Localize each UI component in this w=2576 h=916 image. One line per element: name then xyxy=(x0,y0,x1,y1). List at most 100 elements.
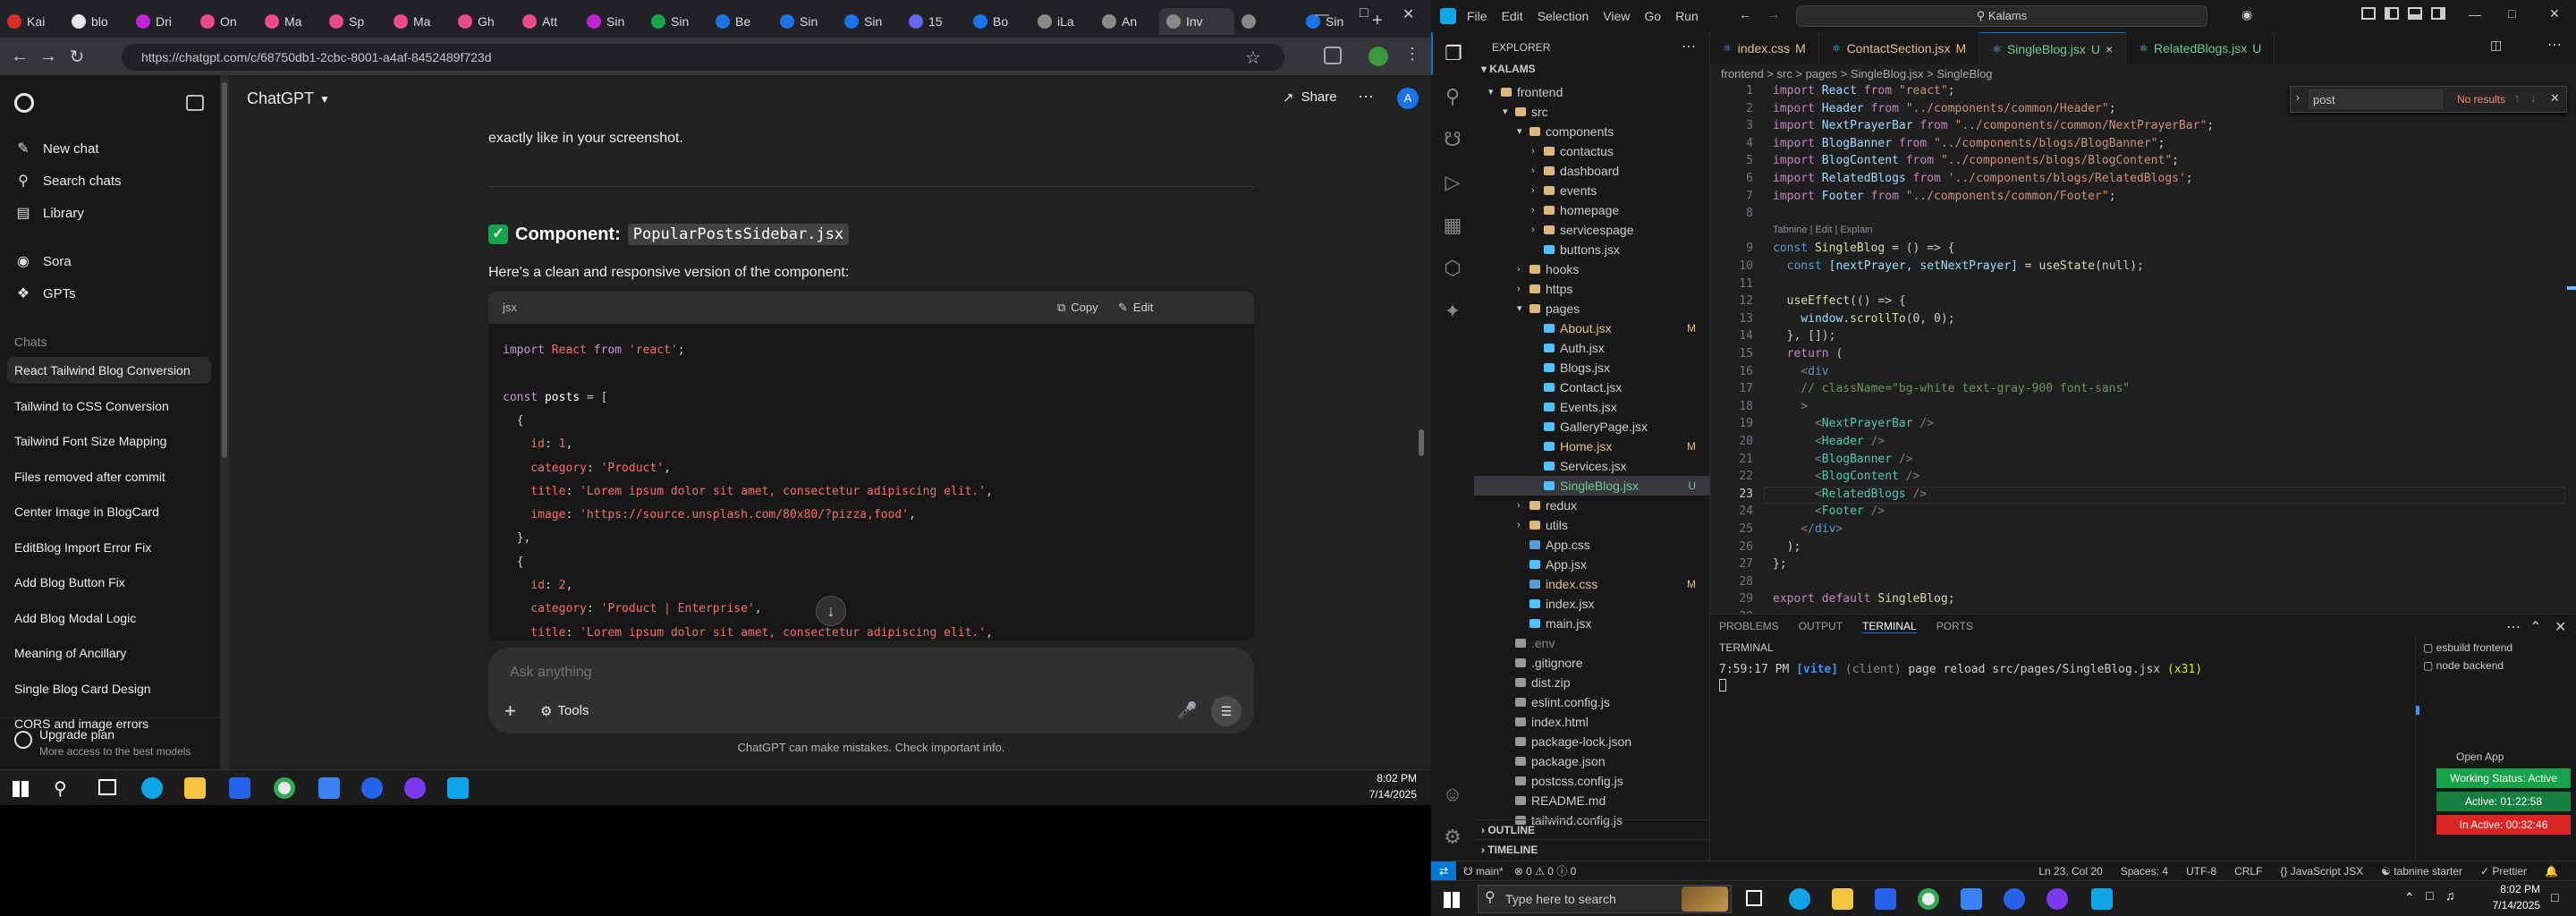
close-icon[interactable]: ✕ xyxy=(2549,6,2560,21)
vscode-icon[interactable] xyxy=(447,777,469,799)
line-ending[interactable]: CRLF xyxy=(2234,865,2262,878)
model-selector[interactable]: ChatGPT ▼ xyxy=(247,89,330,109)
problems-indicator[interactable]: ⊗ 0 ⚠ 0 ⓘ 0 xyxy=(1514,863,1577,878)
window-maximize-icon[interactable]: □ xyxy=(1360,5,1368,21)
secondary-sidebar-icon[interactable] xyxy=(2431,7,2445,20)
voice-mode-button[interactable]: ☰ xyxy=(1211,696,1241,726)
minimize-icon[interactable]: — xyxy=(2469,7,2481,21)
windows-start-icon[interactable] xyxy=(13,781,29,797)
window-close-icon[interactable]: ✕ xyxy=(1402,5,1414,23)
taskbar-search-icon[interactable]: ⚲ xyxy=(54,777,67,800)
search-icon[interactable]: ⚲ xyxy=(1431,75,1474,118)
terminal-item[interactable]: ▢ node backend xyxy=(2423,659,2504,672)
vscode-alt-icon[interactable] xyxy=(318,777,340,799)
browser-tab[interactable]: Sin xyxy=(1299,8,1363,35)
edge-icon[interactable] xyxy=(1789,888,1810,910)
store-icon[interactable] xyxy=(229,777,250,799)
tree-item[interactable]: eslint.config.js xyxy=(1474,692,1710,712)
prettier-status[interactable]: ✓ Prettier xyxy=(2480,865,2527,878)
menu-item[interactable]: Selection xyxy=(1538,9,1589,23)
notifications-icon[interactable]: 🔔 xyxy=(2545,865,2558,878)
tree-item[interactable]: ▾ pages xyxy=(1474,299,1710,318)
copilot-icon[interactable]: ◉ xyxy=(2241,7,2252,22)
main-scrollbar-thumb[interactable] xyxy=(1419,429,1424,456)
tree-item[interactable]: › homepage xyxy=(1474,200,1710,220)
zoom-icon[interactable] xyxy=(2004,888,2025,910)
composer-input[interactable] xyxy=(510,660,1190,685)
browser-tab[interactable]: iLa xyxy=(1030,8,1095,35)
copy-button[interactable]: ⧉ Copy xyxy=(1057,301,1098,315)
terminal-item[interactable]: ▢ esbuild frontend xyxy=(2423,641,2512,654)
tree-item[interactable]: ▾ components xyxy=(1474,122,1710,141)
extensions-icon[interactable] xyxy=(1324,47,1342,64)
terminal-output[interactable]: 7:59:17 PM [vite] (client) page reload s… xyxy=(1719,663,2202,676)
editor-tab[interactable]: ⚛ RelatedBlogs.jsx U xyxy=(2126,32,2275,64)
vscode-icon[interactable] xyxy=(2091,888,2113,910)
tree-item[interactable]: › utils xyxy=(1474,515,1710,535)
chat-list-item[interactable]: Add Blog Button Fix xyxy=(14,575,211,589)
share-button[interactable]: ↗ Share xyxy=(1283,89,1337,106)
window-minimize-icon[interactable]: — xyxy=(1315,7,1329,23)
browser-tab[interactable]: Sin xyxy=(773,8,837,35)
tree-item[interactable]: GalleryPage.jsx xyxy=(1474,417,1710,437)
panel-tab[interactable]: TERMINAL xyxy=(1862,620,1917,633)
tree-item[interactable]: .gitignore xyxy=(1474,653,1710,673)
sidebar-scrollbar-thumb[interactable] xyxy=(222,82,227,458)
zoom-icon[interactable] xyxy=(361,777,383,799)
browser-tab[interactable]: blo xyxy=(64,8,129,35)
forward-icon[interactable]: → xyxy=(34,42,63,71)
tree-item[interactable]: index.jsx xyxy=(1474,594,1710,614)
notification-center-icon[interactable]: □ xyxy=(2551,890,2558,904)
encoding[interactable]: UTF-8 xyxy=(2186,865,2216,878)
new-tab-icon[interactable]: + xyxy=(1372,11,1383,31)
tray-chevron-icon[interactable]: ⌃ xyxy=(2404,890,2415,905)
browser-tab[interactable]: Sin xyxy=(644,8,708,35)
editor-more-icon[interactable]: ⋯ xyxy=(2547,36,2562,54)
remote-indicator[interactable]: ⇄ xyxy=(1431,861,1456,880)
close-panel-icon[interactable]: ✕ xyxy=(2555,618,2566,636)
browser-tab[interactable]: On xyxy=(193,8,258,35)
close-tab-icon[interactable]: × xyxy=(2106,42,2113,56)
gpts-button[interactable]: ❖ GPTs xyxy=(14,284,76,302)
browser-tab[interactable]: Att xyxy=(515,8,580,35)
run-debug-icon[interactable]: ▷ xyxy=(1431,161,1474,204)
nav-forward-icon[interactable]: → xyxy=(1767,7,1780,21)
store-icon[interactable] xyxy=(1875,888,1896,910)
toggle-replace-icon[interactable]: › xyxy=(2296,91,2300,104)
command-center-search[interactable]: ⚲ Kalams xyxy=(1796,5,2207,27)
url-input[interactable]: https://chatgpt.com/c/68750db1-2cbc-8001… xyxy=(122,44,1284,71)
sidebar-toggle-icon[interactable] xyxy=(186,95,204,111)
chat-list-item[interactable]: Tailwind to CSS Conversion xyxy=(14,399,211,413)
breadcrumb[interactable]: frontend > src > pages > SingleBlog.jsx … xyxy=(1710,64,2576,84)
find-input[interactable] xyxy=(2309,89,2443,109)
file-explorer-icon[interactable] xyxy=(1832,888,1853,910)
sidebar-scrollbar[interactable] xyxy=(220,75,229,769)
browser-tab[interactable]: An xyxy=(1095,8,1159,35)
tree-item[interactable]: › redux xyxy=(1474,496,1710,515)
menu-item[interactable]: Go xyxy=(1644,9,1661,23)
open-app-button[interactable]: Open App xyxy=(2456,751,2504,763)
scroll-down-icon[interactable]: ↓ xyxy=(816,596,846,626)
github-icon[interactable] xyxy=(2046,888,2068,910)
chat-list-item[interactable]: Meaning of Ancillary xyxy=(14,646,211,660)
tree-item[interactable]: SingleBlog.jsx U xyxy=(1474,476,1710,496)
panel-more-icon[interactable]: ⋯ xyxy=(2506,618,2521,636)
tree-item[interactable]: ▾ frontend xyxy=(1474,82,1710,102)
vscode-alt-icon[interactable] xyxy=(1961,888,1982,910)
next-match-icon[interactable]: ↓ xyxy=(2530,91,2537,105)
file-explorer-icon[interactable] xyxy=(184,777,206,799)
windows-start-icon[interactable] xyxy=(1444,892,1460,908)
tree-item[interactable]: Blogs.jsx xyxy=(1474,358,1710,377)
tree-item[interactable]: App.css xyxy=(1474,535,1710,555)
new-chat-button[interactable]: ✎ New chat xyxy=(14,140,98,157)
chat-list-item[interactable]: Add Blog Modal Logic xyxy=(14,611,211,625)
sora-button[interactable]: ◉ Sora xyxy=(14,252,72,270)
maximize-panel-icon[interactable]: ⌃ xyxy=(2529,618,2541,636)
tree-item[interactable]: About.jsx M xyxy=(1474,318,1710,338)
tree-item[interactable]: postcss.config.js xyxy=(1474,771,1710,791)
explorer-more-icon[interactable]: ⋯ xyxy=(1682,38,1696,55)
chat-list-item[interactable]: Single Blog Card Design xyxy=(14,682,211,696)
reload-icon[interactable]: ↻ xyxy=(63,42,91,71)
tree-item[interactable]: .env xyxy=(1474,633,1710,653)
back-icon[interactable]: ← xyxy=(5,42,34,71)
